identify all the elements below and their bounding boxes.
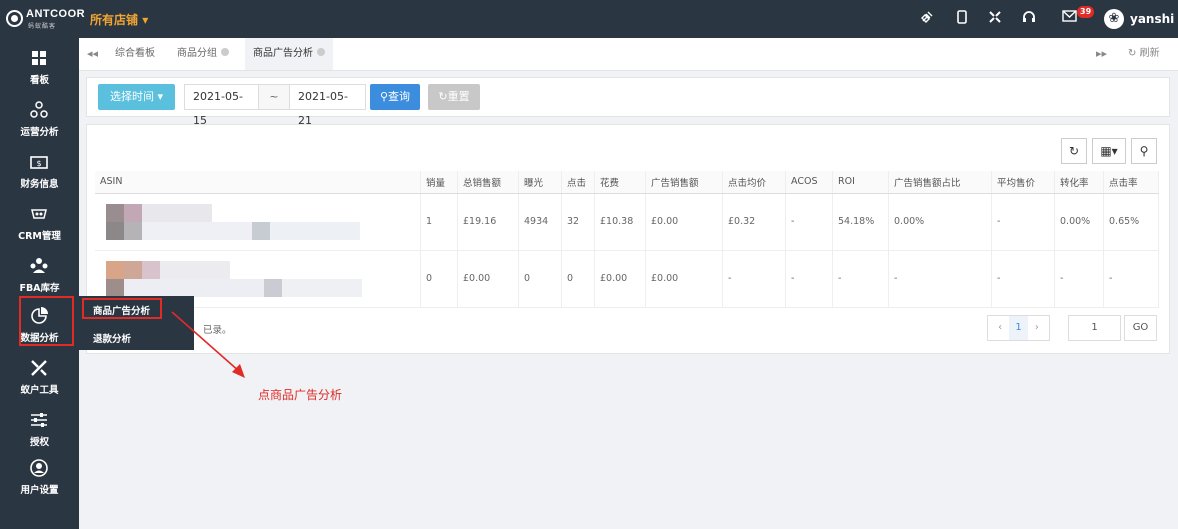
annotation-arrow bbox=[171, 311, 245, 378]
annotation-label: 点商品广告分析 bbox=[258, 388, 343, 402]
